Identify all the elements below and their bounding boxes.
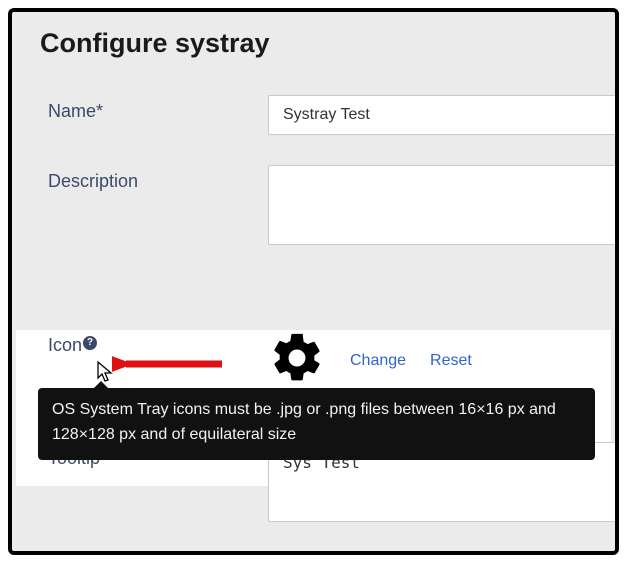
row-description: Description [48,165,615,245]
label-icon: Icon? [48,329,268,356]
change-link[interactable]: Change [350,352,406,370]
gear-icon [268,329,326,392]
name-input[interactable] [268,95,615,135]
row-name: Name* [48,95,615,135]
icon-cell: Change Reset [268,329,472,392]
label-name-text: Name [48,101,96,121]
help-icon[interactable]: ? [83,336,97,350]
description-input[interactable] [268,165,615,245]
label-name: Name* [48,95,268,122]
required-mark: * [96,101,103,121]
label-icon-text: Icon [48,335,82,355]
label-description: Description [48,165,268,192]
reset-link[interactable]: Reset [430,352,472,370]
page-title: Configure systray [12,12,615,59]
help-tooltip: OS System Tray icons must be .jpg or .pn… [38,388,595,460]
